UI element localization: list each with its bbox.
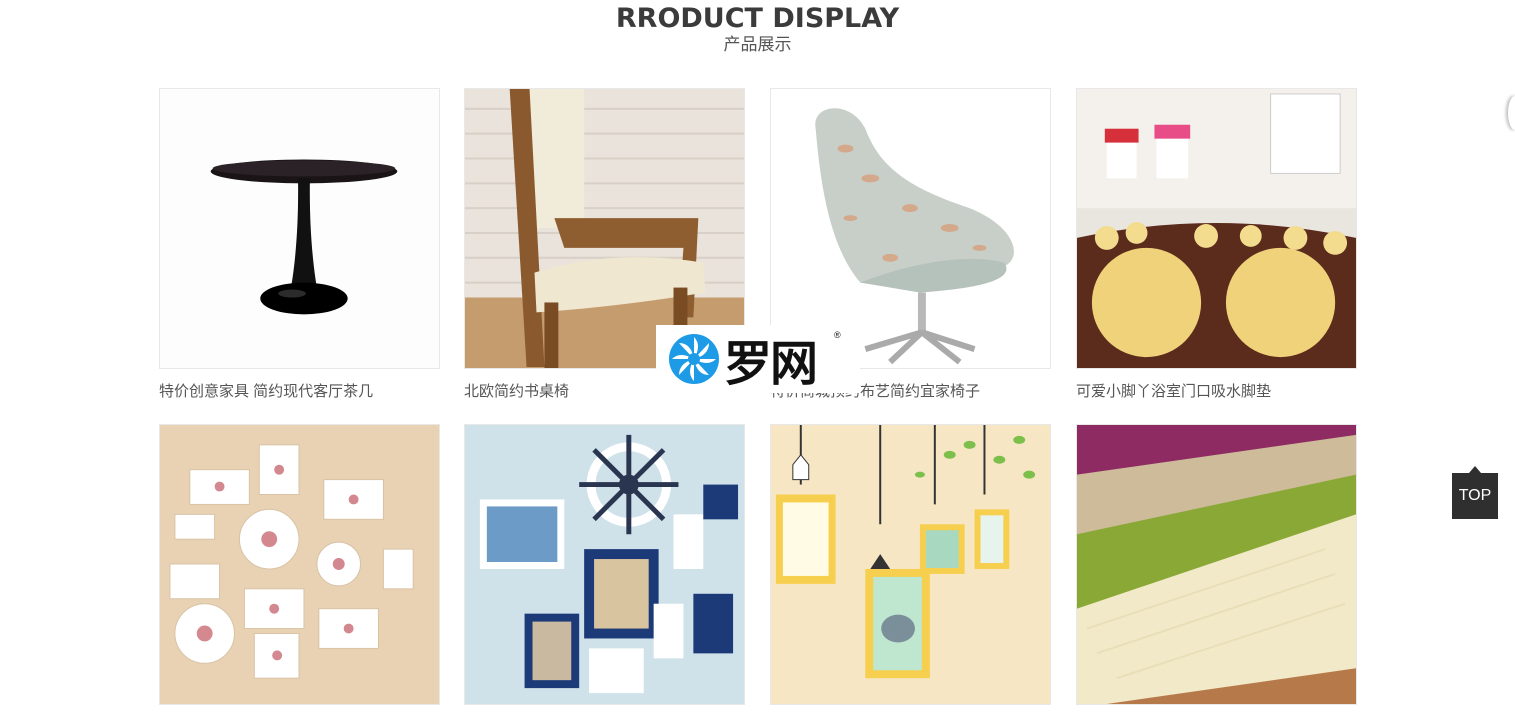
product-caption[interactable]: 可爱小脚丫浴室门口吸水脚垫 — [1076, 383, 1357, 401]
product-card[interactable] — [159, 424, 440, 719]
product-card[interactable] — [464, 424, 745, 719]
product-image-footprint-mat[interactable] — [1076, 88, 1357, 369]
product-image-plush-rugs[interactable] — [1076, 424, 1357, 705]
section-title-en: RRODUCT DISPLAY — [615, 3, 900, 34]
product-card[interactable] — [770, 424, 1051, 719]
registered-mark-icon: ® — [834, 330, 841, 340]
watermark: 罗网 ® — [656, 325, 860, 393]
product-card[interactable] — [1076, 424, 1357, 719]
product-image-photo-wall-cartoon[interactable] — [770, 424, 1051, 705]
side-scroll-handle[interactable] — [1508, 96, 1515, 130]
section-header: RRODUCT DISPLAY 产品展示 — [0, 2, 1515, 55]
section-title-cn: 产品展示 — [723, 35, 792, 54]
product-caption[interactable]: 特价创意家具 简约现代客厅茶几 — [159, 383, 440, 401]
logo-icon — [669, 334, 719, 384]
product-image-photo-wall-nautical[interactable] — [464, 424, 745, 705]
back-to-top-button[interactable]: TOP — [1452, 466, 1498, 519]
product-image-photo-wall-floral[interactable] — [159, 424, 440, 705]
product-image-round-table[interactable] — [159, 88, 440, 369]
product-card[interactable]: 可爱小脚丫浴室门口吸水脚垫 — [1076, 88, 1357, 401]
product-card[interactable]: 特价创意家具 简约现代客厅茶几 — [159, 88, 440, 401]
watermark-text: 罗网 — [724, 336, 818, 392]
